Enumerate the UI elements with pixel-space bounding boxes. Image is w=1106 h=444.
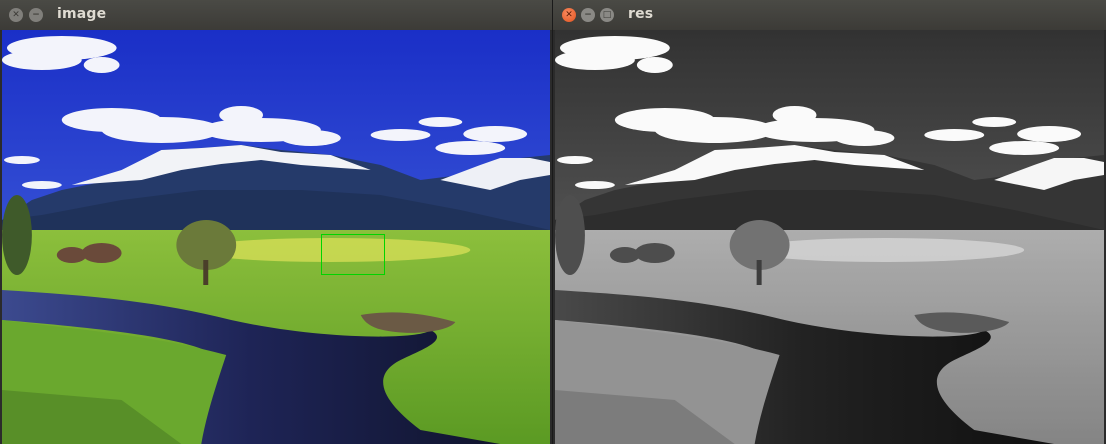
- titlebar-image[interactable]: ✕ − image: [0, 0, 552, 31]
- image-window: ✕ − image: [0, 0, 552, 444]
- minimize-icon[interactable]: −: [29, 8, 43, 22]
- maximize-glyph: □: [602, 10, 612, 20]
- selection-rectangle: [321, 234, 385, 275]
- res-window: ✕ − □ res: [553, 0, 1106, 444]
- minimize-glyph: −: [584, 10, 592, 20]
- window-title: res: [628, 6, 654, 22]
- window-title: image: [57, 6, 107, 22]
- image-canvas[interactable]: [2, 30, 550, 444]
- close-glyph: ✕: [12, 10, 20, 20]
- minimize-glyph: −: [32, 10, 40, 20]
- titlebar-res[interactable]: ✕ − □ res: [553, 0, 1106, 31]
- res-canvas[interactable]: [555, 30, 1104, 444]
- close-icon[interactable]: ✕: [9, 8, 23, 22]
- minimize-icon[interactable]: −: [581, 8, 595, 22]
- close-icon[interactable]: ✕: [562, 8, 576, 22]
- landscape-photo: [2, 30, 550, 444]
- landscape-photo-grayscale: [555, 30, 1104, 444]
- close-glyph: ✕: [565, 10, 573, 20]
- maximize-icon[interactable]: □: [600, 8, 614, 22]
